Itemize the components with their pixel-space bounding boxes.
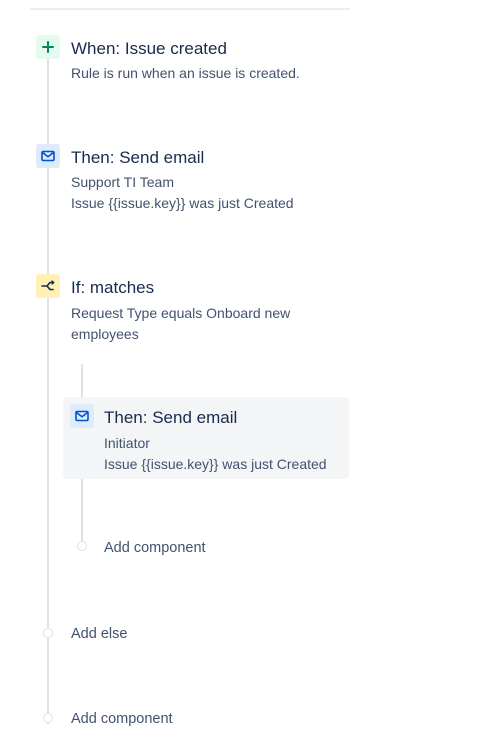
add-component-button[interactable]: Add component [71, 710, 173, 728]
trigger-description: Rule is run when an issue is created. [71, 63, 300, 84]
send-email-details: Support TI Team Issue {{issue.key}} was … [71, 172, 294, 214]
nested-add-component-dot [77, 541, 87, 551]
top-divider [30, 8, 350, 10]
condition-description: Request Type equals Onboard new employee… [71, 303, 290, 345]
add-component-dot [43, 713, 53, 723]
condition-description-line1: Request Type equals Onboard new [71, 305, 291, 321]
condition-title: If: matches [71, 278, 155, 297]
branch-icon [36, 274, 60, 298]
nested-send-email-subject: Issue {{issue.key}} was just Created [104, 456, 327, 472]
nested-send-email-title: Then: Send email [104, 408, 238, 427]
send-email-title: Then: Send email [71, 148, 205, 167]
envelope-icon [70, 404, 94, 428]
trigger-title: When: Issue created [71, 39, 227, 58]
rule-editor: When: Issue created Rule is run when an … [0, 0, 479, 749]
send-email-recipient: Support TI Team [71, 174, 174, 190]
nested-add-component-button[interactable]: Add component [104, 539, 206, 557]
send-email-subject: Issue {{issue.key}} was just Created [71, 195, 294, 211]
add-else-dot [43, 628, 53, 638]
add-else-button[interactable]: Add else [71, 625, 127, 643]
envelope-icon [36, 144, 60, 168]
trigger-description-text: Rule is run when an issue is created. [71, 65, 300, 81]
nested-send-email-details: Initiator Issue {{issue.key}} was just C… [104, 433, 327, 475]
condition-description-line2: employees [71, 326, 139, 342]
nested-send-email-component[interactable]: Then: Send email Initiator Issue {{issue… [63, 397, 349, 479]
plus-icon [36, 35, 60, 59]
nested-send-email-recipient: Initiator [104, 435, 150, 451]
